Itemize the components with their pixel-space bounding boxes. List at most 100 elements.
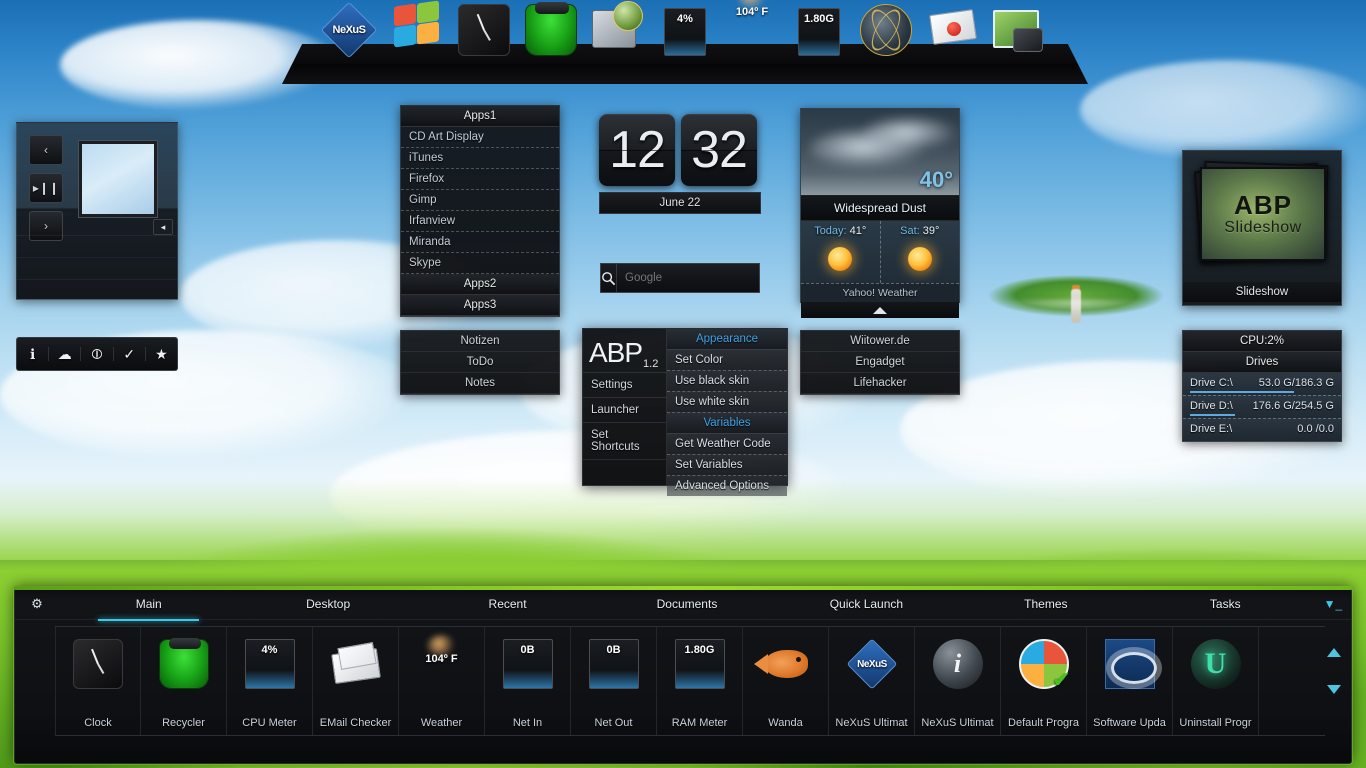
volume-icon[interactable]: ◂ [153,219,173,235]
tab-desktop[interactable]: Desktop [238,589,417,620]
taskbar-item-uninstall-programs[interactable]: U Uninstall Progr [1173,627,1259,735]
weather-temp-badge: 104º F [417,653,467,665]
tab-quick-launch[interactable]: Quick Launch [777,589,956,620]
weather-cloud-icon[interactable]: ☁ [49,347,81,361]
clock-icon[interactable] [456,0,512,56]
tab-documents[interactable]: Documents [597,589,776,620]
apps1-item-itunes[interactable]: iTunes [401,148,559,169]
apps1-item-irfanview[interactable]: Irfanview [401,211,559,232]
bookmark-engadget[interactable]: Engadget [801,352,959,373]
tab-recent[interactable]: Recent [418,589,597,620]
abp-settings-item[interactable]: Settings [583,373,666,398]
abp-item-advanced-options[interactable]: Advanced Options [667,476,787,496]
windows-start-icon[interactable] [389,0,445,56]
weather-icon[interactable]: 104º F [724,0,780,56]
forecast-day-today[interactable]: Today: 41° [801,221,881,283]
media-player-widget[interactable]: ‹ ▸❙❙ › ◂ [16,122,178,300]
apps2-button[interactable]: Apps2 [401,274,559,295]
bookmark-wiitower[interactable]: Wiitower.de [801,331,959,352]
taskbar-item-weather[interactable]: 104º F Weather [399,627,485,735]
star-icon[interactable]: ★ [146,347,177,361]
apps1-item-skype[interactable]: Skype [401,253,559,274]
cpu-meter-icon: 4% [245,639,295,689]
google-search-widget[interactable] [600,263,760,293]
tab-themes[interactable]: Themes [956,589,1135,620]
weather-widget[interactable]: 40° Widespread Dust Today: 41° Sat: 39° … [800,108,960,303]
drive-row-d[interactable]: Drive D:\ 176.6 G/254.5 G [1183,396,1341,419]
slideshow-widget[interactable]: ABP Slideshow Slideshow [1182,150,1342,306]
search-input[interactable] [617,272,779,284]
scroll-up-arrow-icon[interactable] [1327,648,1341,657]
abp-item-set-variables[interactable]: Set Variables [667,455,787,476]
nexus-dock[interactable]: NeXuS 4% 104º F 1.80G [282,0,1088,84]
taskbar-item-nexus-ultimate[interactable]: NeXuS NeXuS Ultimat [829,627,915,735]
cpu-usage-header: CPU:2% [1183,331,1341,352]
previous-track-button[interactable]: ‹ [29,135,63,165]
abp-set-shortcuts-item[interactable]: Set Shortcuts [583,423,666,460]
taskbar-scroll-controls[interactable] [1323,648,1345,722]
checkmark-icon[interactable]: ✓ [114,347,146,361]
play-pause-button[interactable]: ▸❙❙ [29,173,63,203]
abp-item-use-white-skin[interactable]: Use white skin [667,392,787,413]
sun-icon [828,247,852,271]
notes-item-notes[interactable]: Notes [401,373,559,394]
tab-main[interactable]: Main [59,589,238,620]
slideshow-card-subtitle: Slideshow [1224,219,1301,237]
taskbar-item-wanda[interactable]: Wanda [743,627,829,735]
taskbar-item-nexus-info[interactable]: i NeXuS Ultimat [915,627,1001,735]
ram-meter-icon[interactable]: 1.80G [791,0,847,56]
nexus-icon: NeXuS [847,639,897,689]
abp-config-widget[interactable]: ABP 1.2 Settings Launcher Set Shortcuts … [582,328,788,486]
taskbar-item-default-programs[interactable]: Default Progra [1001,627,1087,735]
abp-launcher-item[interactable]: Launcher [583,398,666,423]
nexus-taskbar[interactable]: ⚙ Main Desktop Recent Documents Quick La… [14,588,1352,764]
notes-item-todo[interactable]: ToDo [401,352,559,373]
drive-row-c[interactable]: Drive C:\ 53.0 G/186.3 G [1183,373,1341,396]
nexus-dock-icon[interactable]: NeXuS [322,0,378,56]
bookmark-lifehacker[interactable]: Lifehacker [801,373,959,394]
taskbar-item-net-out[interactable]: 0B Net Out [571,627,657,735]
search-icon [601,264,617,292]
drives-widget[interactable]: CPU:2% Drives Drive C:\ 53.0 G/186.3 G D… [1182,330,1342,442]
rss-feed-icon[interactable]: ⦷ [81,347,113,361]
taskbar-item-clock[interactable]: Clock [55,627,141,735]
abp-item-set-color[interactable]: Set Color [667,350,787,371]
drive-value: 53.0 G/186.3 G [1259,377,1334,389]
forecast-day-sat[interactable]: Sat: 39° [881,221,960,283]
weather-expand-arrow-icon[interactable] [801,302,959,318]
taskbar-item-cpu-meter[interactable]: 4% CPU Meter [227,627,313,735]
taskbar-item-software-update[interactable]: Software Upda [1087,627,1173,735]
player-track-info [17,235,177,301]
recycler-icon[interactable] [523,0,579,56]
settings-gear-icon[interactable]: ⚙ [15,596,59,612]
bookmarks-widget[interactable]: Wiitower.de Engadget Lifehacker [800,330,960,395]
screenshot-icon[interactable] [992,0,1048,56]
apps1-item-firefox[interactable]: Firefox [401,169,559,190]
display-settings-icon[interactable] [590,0,646,56]
apps1-launcher-widget[interactable]: Apps1 CD Art Display iTunes Firefox Gimp… [400,105,560,317]
tab-tasks[interactable]: Tasks [1136,589,1315,620]
apps3-button[interactable]: Apps3 [401,295,559,316]
abp-item-get-weather-code[interactable]: Get Weather Code [667,434,787,455]
network-icon[interactable] [858,0,914,56]
notes-item-notizen[interactable]: Notizen [401,331,559,352]
taskbar-item-net-in[interactable]: 0B Net In [485,627,571,735]
email-checker-icon[interactable] [925,0,981,56]
abp-right-column: Appearance Set Color Use black skin Use … [667,329,787,485]
taskbar-item-ram-meter[interactable]: 1.80G RAM Meter [657,627,743,735]
taskbar-item-email-checker[interactable]: EMail Checker [313,627,399,735]
flip-clock-widget[interactable]: 12 32 June 22 [599,114,761,192]
cpu-meter-icon[interactable]: 4% [657,0,713,56]
abp-item-use-black-skin[interactable]: Use black skin [667,371,787,392]
apps1-item-miranda[interactable]: Miranda [401,232,559,253]
notes-widget[interactable]: Notizen ToDo Notes [400,330,560,395]
minimize-icon[interactable]: ▼_ [1315,597,1351,611]
drive-row-e[interactable]: Drive E:\ 0.0 /0.0 [1183,419,1341,441]
taskbar-item-recycler[interactable]: Recycler [141,627,227,735]
apps1-item-gimp[interactable]: Gimp [401,190,559,211]
info-icon[interactable]: ℹ [17,347,49,361]
widget-launcher-bar[interactable]: ℹ ☁ ⦷ ✓ ★ [16,337,178,371]
weather-condition: Widespread Dust [801,195,959,221]
apps1-item-cd-art-display[interactable]: CD Art Display [401,127,559,148]
scroll-down-arrow-icon[interactable] [1327,685,1341,694]
